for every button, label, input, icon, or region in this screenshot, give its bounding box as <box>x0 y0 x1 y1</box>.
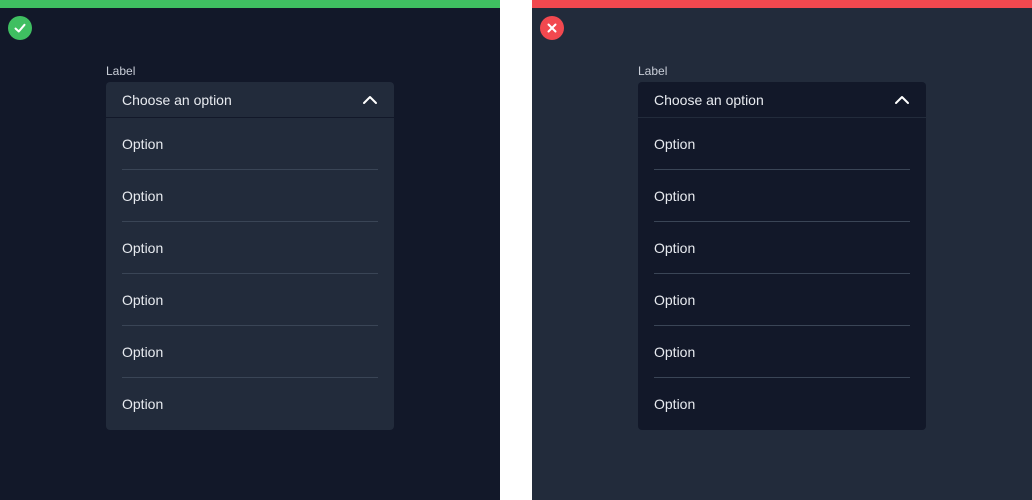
field-label: Label <box>638 64 668 78</box>
dropdown-option[interactable]: Option <box>654 170 910 222</box>
dropdown-options-list: Option Option Option Option Option Optio… <box>106 118 394 430</box>
close-icon <box>540 16 564 40</box>
chevron-up-icon <box>362 95 378 105</box>
select-value: Choose an option <box>654 91 764 108</box>
dropdown-option[interactable]: Option <box>654 118 910 170</box>
field-label: Label <box>106 64 136 78</box>
dropdown-options-list: Option Option Option Option Option Optio… <box>638 118 926 430</box>
dropdown-option[interactable]: Option <box>122 170 378 222</box>
dropdown-option[interactable]: Option <box>122 326 378 378</box>
dropdown-select[interactable]: Choose an option <box>106 82 394 117</box>
do-example-panel: Label Choose an option Option Option Opt… <box>0 0 500 500</box>
dont-example-panel: Label Choose an option Option Option Opt… <box>532 0 1032 500</box>
dropdown-option[interactable]: Option <box>122 378 378 430</box>
error-top-bar <box>532 0 1032 8</box>
dropdown-option[interactable]: Option <box>654 326 910 378</box>
chevron-up-icon <box>894 95 910 105</box>
dropdown-option[interactable]: Option <box>654 274 910 326</box>
dropdown-option[interactable]: Option <box>654 378 910 430</box>
dropdown-option[interactable]: Option <box>122 118 378 170</box>
dropdown-option[interactable]: Option <box>122 222 378 274</box>
select-value: Choose an option <box>122 91 232 108</box>
dropdown-option[interactable]: Option <box>654 222 910 274</box>
dropdown-select[interactable]: Choose an option <box>638 82 926 117</box>
check-icon <box>8 16 32 40</box>
dropdown-option[interactable]: Option <box>122 274 378 326</box>
comparison-page: Label Choose an option Option Option Opt… <box>0 0 1032 500</box>
success-top-bar <box>0 0 500 8</box>
